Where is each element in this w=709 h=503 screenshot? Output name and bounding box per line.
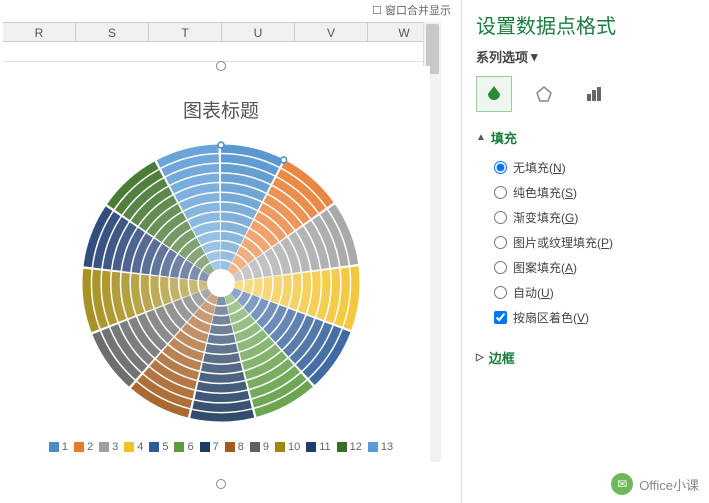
legend-item[interactable]: 11 bbox=[306, 441, 330, 453]
legend-label: 5 bbox=[162, 441, 168, 453]
legend-swatch bbox=[200, 442, 210, 452]
legend-label: 8 bbox=[238, 441, 244, 453]
chart-segment[interactable] bbox=[252, 278, 262, 297]
legend-swatch bbox=[225, 442, 235, 452]
chart-segment[interactable] bbox=[212, 315, 231, 324]
tab-fill-line-icon[interactable] bbox=[476, 76, 512, 112]
legend-swatch bbox=[337, 442, 347, 452]
legend-swatch bbox=[174, 442, 184, 452]
legend-item[interactable]: 12 bbox=[337, 441, 362, 453]
fill-options: 无填充(N) 纯色填充(S) 渐变填充(G) 图片或纹理填充(P) 图案填充(A… bbox=[476, 147, 695, 338]
legend-item[interactable]: 8 bbox=[225, 441, 244, 453]
legend-item[interactable]: 10 bbox=[275, 441, 300, 453]
fill-picture-option[interactable]: 图片或纹理填充(P) bbox=[494, 230, 695, 255]
chart-segment[interactable] bbox=[189, 280, 199, 295]
series-options-dropdown[interactable]: 系列选项 ▾ bbox=[476, 47, 695, 66]
fill-section: ▲ 填充 无填充(N) 纯色填充(S) 渐变填充(G) 图片或纹理填充(P) 图… bbox=[476, 128, 695, 338]
column-headers: RSTUVW bbox=[3, 22, 441, 42]
legend-swatch bbox=[99, 442, 109, 452]
window-merge-icon: ☐ bbox=[372, 5, 382, 17]
legend-label: 1 bbox=[62, 441, 68, 453]
chart-segment[interactable] bbox=[243, 279, 253, 294]
border-section: ▷ 边框 bbox=[476, 348, 695, 367]
column-head[interactable]: V bbox=[295, 23, 368, 41]
legend-label: 3 bbox=[112, 441, 118, 453]
fill-auto-option[interactable]: 自动(U) bbox=[494, 280, 695, 305]
legend-item[interactable]: 6 bbox=[174, 441, 193, 453]
legend-swatch bbox=[250, 442, 260, 452]
chart-handle-top[interactable] bbox=[216, 61, 226, 71]
chart-container[interactable]: 图表标题 12345678910111213 bbox=[12, 66, 430, 484]
chart-segment[interactable] bbox=[271, 276, 282, 304]
chart-handle-bottom[interactable] bbox=[216, 479, 226, 489]
legend-label: 9 bbox=[263, 441, 269, 453]
chart-title[interactable]: 图表标题 bbox=[12, 96, 430, 123]
legend-item[interactable]: 2 bbox=[74, 441, 93, 453]
legend-item[interactable]: 7 bbox=[200, 441, 219, 453]
border-section-header[interactable]: ▷ 边框 bbox=[476, 348, 695, 367]
top-toolbar: ☐ 窗口合并显示 bbox=[0, 2, 459, 20]
format-pane: 设置数据点格式 系列选项 ▾ ▲ 填充 无填充(N) 纯色填充(S) 渐变填充(… bbox=[461, 0, 709, 503]
column-head[interactable]: U bbox=[222, 23, 295, 41]
pane-title: 设置数据点格式 bbox=[476, 10, 695, 39]
chart-segment[interactable] bbox=[197, 381, 248, 392]
dropdown-icon: ▾ bbox=[531, 49, 538, 65]
fill-gradient-option[interactable]: 渐变填充(G) bbox=[494, 205, 695, 230]
legend-swatch bbox=[149, 442, 159, 452]
column-head[interactable]: R bbox=[3, 23, 76, 41]
legend-label: 11 bbox=[319, 441, 330, 453]
column-head[interactable]: S bbox=[76, 23, 149, 41]
fill-pattern-option[interactable]: 图案填充(A) bbox=[494, 255, 695, 280]
chart-segment[interactable] bbox=[205, 344, 238, 354]
legend-swatch bbox=[306, 442, 316, 452]
legend-label: 6 bbox=[187, 441, 193, 453]
legend-label: 4 bbox=[137, 441, 143, 453]
chart-segment[interactable] bbox=[214, 306, 229, 315]
fill-none-option[interactable]: 无填充(N) bbox=[494, 155, 695, 180]
tab-series-icon[interactable] bbox=[576, 76, 612, 112]
legend-swatch bbox=[275, 442, 285, 452]
chart-segment[interactable] bbox=[216, 297, 226, 306]
column-head[interactable]: T bbox=[149, 23, 222, 41]
triangle-right-icon: ▷ bbox=[476, 352, 484, 363]
triangle-down-icon: ▲ bbox=[476, 132, 486, 143]
legend-item[interactable]: 3 bbox=[99, 441, 118, 453]
chart-segment[interactable] bbox=[199, 372, 245, 383]
chart-segment[interactable] bbox=[179, 279, 189, 298]
legend-item[interactable]: 9 bbox=[250, 441, 269, 453]
selection-handle[interactable] bbox=[218, 142, 224, 148]
fill-solid-option[interactable]: 纯色填充(S) bbox=[494, 180, 695, 205]
legend-swatch bbox=[124, 442, 134, 452]
legend-label: 7 bbox=[213, 441, 219, 453]
selection-handle[interactable] bbox=[281, 157, 287, 163]
chart-segment[interactable] bbox=[201, 362, 243, 373]
legend-item[interactable]: 4 bbox=[124, 441, 143, 453]
legend-swatch bbox=[74, 442, 84, 452]
legend-item[interactable]: 13 bbox=[368, 441, 393, 453]
tab-effects-icon[interactable] bbox=[526, 76, 562, 112]
chart-segment[interactable] bbox=[203, 353, 240, 363]
legend-label: 10 bbox=[288, 441, 300, 453]
chart-segment[interactable] bbox=[207, 334, 235, 344]
legend-label: 13 bbox=[381, 441, 393, 453]
fill-section-header[interactable]: ▲ 填充 bbox=[476, 128, 695, 147]
chart-segment[interactable] bbox=[170, 278, 181, 301]
chart-segment[interactable] bbox=[262, 277, 273, 301]
legend-item[interactable]: 5 bbox=[149, 441, 168, 453]
fill-vary-option[interactable]: 按扇区着色(V) bbox=[494, 305, 695, 330]
legend-label: 2 bbox=[87, 441, 93, 453]
wechat-icon: ✉ bbox=[611, 473, 633, 495]
watermark: ✉ Office小课 bbox=[611, 473, 699, 495]
legend-item[interactable]: 1 bbox=[49, 441, 68, 453]
merge-display-label[interactable]: 窗口合并显示 bbox=[385, 5, 451, 17]
legend-swatch bbox=[49, 442, 59, 452]
pane-tabs bbox=[476, 76, 695, 112]
sunburst-chart[interactable] bbox=[71, 133, 371, 433]
legend-label: 12 bbox=[350, 441, 362, 453]
legend-swatch bbox=[368, 442, 378, 452]
chart-segment[interactable] bbox=[210, 325, 234, 334]
chart-legend[interactable]: 12345678910111213 bbox=[12, 441, 430, 453]
